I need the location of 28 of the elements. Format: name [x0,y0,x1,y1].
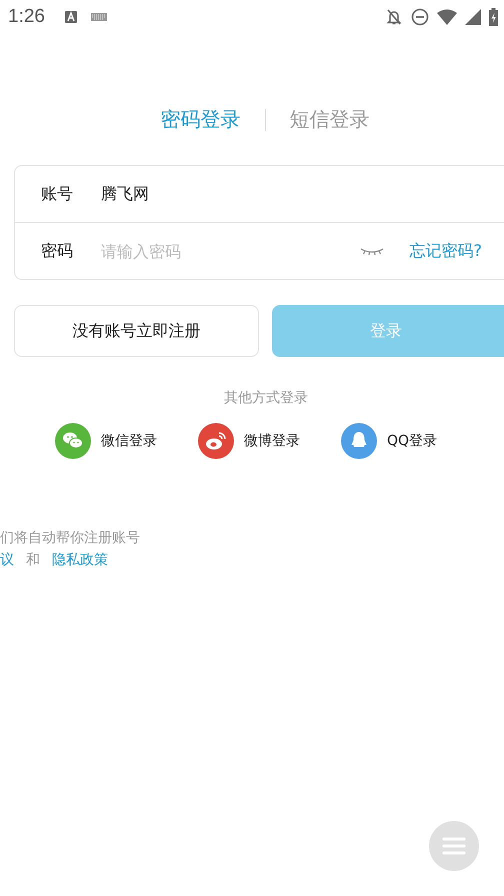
agreement-text: 们将自动帮你注册账号 [0,529,141,547]
closed-eye-icon[interactable] [360,247,384,255]
password-field[interactable]: 请输入密码 [101,242,360,260]
agreement-link[interactable]: 议 [0,551,14,569]
status-time: 1:26 [8,6,45,28]
agreement-text: 和 [26,551,40,569]
wifi-icon [437,9,457,25]
field-label: 密码 [41,240,74,262]
keyboard-letter-icon [64,11,77,23]
field-label: 账号 [41,184,74,204]
social-login-button[interactable]: 微信登录 [55,423,160,459]
do-not-disturb-icon [411,8,429,26]
menu-icon [442,837,466,855]
keyboard-icon [90,13,107,21]
login-tab[interactable]: 短信登录 [290,106,370,133]
forgot-password-link[interactable]: 忘记密码? [410,240,482,262]
privacy-policy-link[interactable]: 隐私政策 [52,551,108,569]
register-button[interactable]: 没有账号立即注册 [14,305,259,357]
penguin-icon [341,423,377,459]
signal-icon [465,9,481,25]
chat-bubbles-icon [55,423,91,459]
social-login-button[interactable]: QQ登录 [341,423,446,459]
muted-bell-icon [385,8,403,26]
login-tab[interactable]: 密码登录 [160,106,240,133]
account-field[interactable]: 腾飞网 [101,184,504,204]
social-login-button[interactable]: 微博登录 [198,423,303,459]
battery-icon [489,8,498,26]
other-login-title: 其他方式登录 [223,389,309,407]
